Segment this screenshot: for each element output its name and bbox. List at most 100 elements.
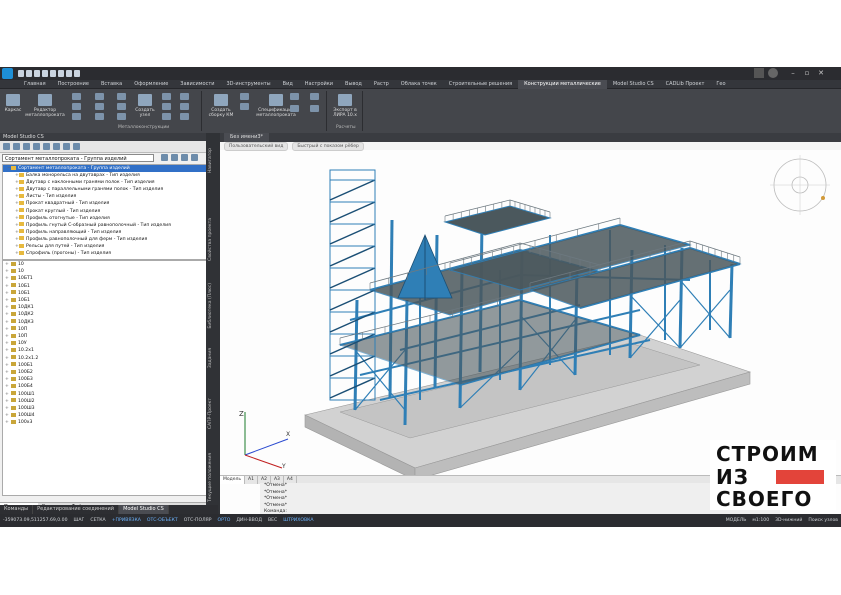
tool-icon-3[interactable]	[72, 113, 81, 120]
ribbon-tab[interactable]: Настройки	[299, 80, 339, 89]
tree-node[interactable]: + Рельсы для путей - Тип изделия	[3, 243, 207, 250]
ribbon-tab[interactable]: 3D-инструменты	[221, 80, 277, 89]
workspace-icon[interactable]	[754, 68, 764, 78]
list-expander-icon[interactable]: +	[5, 297, 9, 304]
list-expander-icon[interactable]: +	[5, 290, 9, 297]
copy-icon[interactable]	[13, 143, 20, 150]
list-item[interactable]: +10ДК3	[3, 319, 207, 326]
list-expander-icon[interactable]: +	[5, 362, 9, 369]
list-expander-icon[interactable]: +	[5, 304, 9, 311]
list-item[interactable]: +100Б1	[3, 362, 207, 369]
ribbon-tab[interactable]: Model Studio CS	[607, 80, 660, 89]
tree-node[interactable]: + Двутавр с параллельными гранями полок -…	[3, 186, 207, 193]
model-tab[interactable]: А1	[245, 476, 258, 484]
tree-node[interactable]: + Профиль равнополочный для ферм - Тип из…	[3, 236, 207, 243]
ribbon-tab[interactable]: Вид	[277, 80, 299, 89]
tool-icon-6[interactable]	[95, 113, 104, 120]
ribbon-tab[interactable]: Растр	[368, 80, 395, 89]
close-button[interactable]: ✕	[814, 69, 828, 77]
status-toggle[interactable]: ШАГ	[71, 514, 88, 527]
list-item[interactable]: +10.2х1	[3, 347, 207, 354]
tool-icon-20[interactable]	[290, 105, 299, 112]
list-expander-icon[interactable]: +	[5, 333, 9, 340]
export-lira-button[interactable]: Экспорт в ЛИРА 10.x	[330, 94, 360, 118]
search-label[interactable]: Поиск узлов	[805, 514, 841, 527]
tool-icon-15[interactable]	[180, 113, 189, 120]
list-expander-icon[interactable]: +	[5, 412, 9, 419]
tree-node[interactable]: + Двутавр с наклонными гранями полок - Ти…	[3, 179, 207, 186]
list-item[interactable]: +10.2х1.2	[3, 355, 207, 362]
ribbon-tab[interactable]: Вывод	[339, 80, 368, 89]
save-as-icon[interactable]	[42, 70, 48, 77]
tool-icon-12[interactable]	[162, 113, 171, 120]
group-selector[interactable]: Сортамент металлопроката - Группа издели…	[2, 154, 154, 162]
status-toggle[interactable]: ШТРИХОВКА	[280, 514, 316, 527]
ribbon-tab[interactable]: Зависимости	[174, 80, 220, 89]
tree-node[interactable]: + Прокат круглый - Тип изделия	[3, 208, 207, 215]
command-tab[interactable]: Команды	[0, 505, 34, 514]
command-line[interactable]: *Отмена* *Отмена* *Отмена* *Отмена* Команда:	[260, 483, 780, 514]
tree-node[interactable]: + Профиль направляющий - Тип изделия	[3, 229, 207, 236]
list-item[interactable]: +100х3	[3, 419, 207, 426]
command-tab[interactable]: Редактирование соединений	[33, 505, 120, 514]
minimize-button[interactable]: –	[786, 69, 800, 77]
filter-icon[interactable]	[53, 143, 60, 150]
list-expander-icon[interactable]: +	[5, 347, 9, 354]
side-tab[interactable]: Задания	[208, 348, 218, 368]
list-item[interactable]: +10Б1	[3, 297, 207, 304]
ribbon-tab[interactable]: Строительные решения	[443, 80, 518, 89]
view-compass[interactable]	[770, 155, 830, 215]
tree-node[interactable]: − Сортамент металлопроката - Группа издел…	[3, 165, 207, 173]
add-icon[interactable]	[3, 143, 10, 150]
tool-icon-16[interactable]	[240, 93, 249, 100]
tool-icon-19[interactable]	[310, 93, 319, 100]
list-expander-icon[interactable]: +	[5, 405, 9, 412]
list-item[interactable]: +100Б3	[3, 376, 207, 383]
list-item[interactable]: +10Б1	[3, 283, 207, 290]
list-expander-icon[interactable]: +	[5, 275, 9, 282]
list-expander-icon[interactable]: +	[5, 419, 9, 426]
create-assembly-button[interactable]: Создать сборку КМ	[205, 94, 237, 118]
status-toggle[interactable]: СЕТКА	[87, 514, 108, 527]
print-icon[interactable]	[50, 70, 56, 77]
tool-icon-10[interactable]	[162, 93, 171, 100]
list-expander-icon[interactable]: +	[5, 355, 9, 362]
delete-icon[interactable]	[33, 143, 40, 150]
new-file-icon[interactable]	[18, 70, 24, 77]
search-icon[interactable]	[63, 143, 70, 150]
list-item[interactable]: +100Ш2	[3, 398, 207, 405]
side-tab[interactable]: Библиотека (Плюс)	[208, 283, 218, 329]
refresh-icon[interactable]	[171, 154, 178, 161]
steel-structure-model[interactable]: Z X Y	[220, 150, 841, 475]
tree-node[interactable]: + Спрофиль (прогоны) - Тип изделия	[3, 250, 207, 257]
folder-icon[interactable]	[23, 143, 30, 150]
tree-node[interactable]: + Профиль отогнутые - Тип изделия	[3, 215, 207, 222]
tool-icon-8[interactable]	[117, 103, 126, 110]
list-item[interactable]: +10БТ1	[3, 275, 207, 282]
list-item[interactable]: +10П	[3, 333, 207, 340]
folder-open-icon[interactable]	[181, 154, 188, 161]
maximize-button[interactable]: ▫	[800, 69, 814, 77]
list-expander-icon[interactable]: +	[5, 268, 9, 275]
tool-icon-4[interactable]	[95, 93, 104, 100]
tree-node[interactable]: + Листы - Тип изделия	[3, 193, 207, 200]
status-toggle[interactable]: +ПРИВЯЗКА	[109, 514, 144, 527]
globe-icon[interactable]	[161, 154, 168, 161]
list-item[interactable]: +100Б2	[3, 369, 207, 376]
scale-label[interactable]: м1:100	[749, 514, 772, 527]
save-icon[interactable]	[34, 70, 40, 77]
list-item[interactable]: +100Б4	[3, 383, 207, 390]
tool-icon-7[interactable]	[117, 93, 126, 100]
list-item[interactable]: +100Ш3	[3, 405, 207, 412]
ribbon-tab[interactable]: CADLib Проект	[660, 80, 711, 89]
list-expander-icon[interactable]: +	[5, 340, 9, 347]
list-item[interactable]: +100Ш1	[3, 391, 207, 398]
side-tab[interactable]: Свойства проекта	[208, 218, 218, 261]
list-item[interactable]: +100Ш4	[3, 412, 207, 419]
tool-icon-11[interactable]	[162, 103, 171, 110]
list-item[interactable]: +10	[3, 261, 207, 268]
tool-icon-13[interactable]	[180, 93, 189, 100]
tool-icon-1[interactable]	[72, 93, 81, 100]
list-expander-icon[interactable]: +	[5, 261, 9, 268]
list-item[interactable]: +10	[3, 268, 207, 275]
